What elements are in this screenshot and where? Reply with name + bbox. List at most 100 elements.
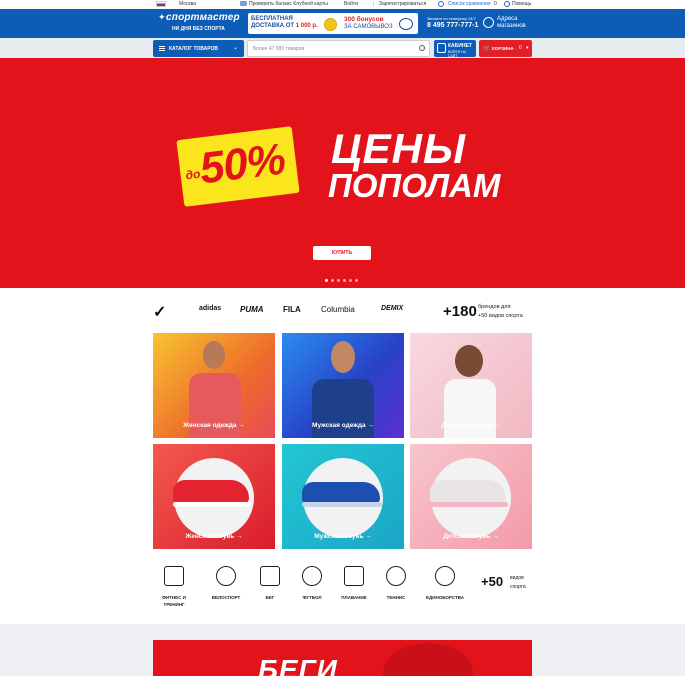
columbia-logo[interactable]: Columbia: [321, 305, 355, 314]
category-kids-shoes[interactable]: Детская обувь →: [410, 444, 532, 549]
girl-photo: [444, 379, 496, 438]
fila-logo[interactable]: FILA: [283, 305, 301, 314]
category-label: Детская одежда →: [441, 422, 501, 429]
sportmaster-logo[interactable]: ✦ спортмастер НИ ДНЯ БЕЗ СПОРТА: [158, 12, 246, 34]
nike-logo[interactable]: ✓: [153, 302, 166, 322]
cabinet-button[interactable]: КАБИНЕТ ВОЙТИ НА САЙТ: [434, 40, 476, 58]
map-pin-icon[interactable]: [483, 17, 494, 28]
hero-title-line1: ЦЕНЫ: [331, 125, 466, 172]
search-input[interactable]: Более 47 000 товаров: [247, 40, 430, 57]
check-card-link[interactable]: Проверить баланс Клубной карты: [249, 1, 328, 7]
phone-number[interactable]: 8 495 777-777-1: [427, 22, 478, 29]
search-icon[interactable]: [419, 45, 425, 51]
carousel-dot[interactable]: [337, 279, 340, 282]
delivery-promo-banner[interactable]: БЕСПЛАТНАЯ ДОСТАВКА ОТ 1 000 р. 300 бону…: [248, 13, 418, 34]
sport-football[interactable]: ФУТБОЛ: [292, 566, 332, 601]
cabinet-label: КАБИНЕТ: [448, 43, 472, 49]
category-men-shoes[interactable]: Мужская обувь →: [282, 444, 404, 549]
compare-link[interactable]: Список сравнения: [448, 1, 491, 7]
run-banner[interactable]: БЕГИ: [153, 640, 532, 676]
separator: |: [373, 1, 375, 7]
carousel-dots: [325, 269, 361, 282]
man-head: [331, 341, 355, 373]
puma-logo[interactable]: PUMA: [240, 305, 264, 314]
sport-fitness[interactable]: ФИТНЕС И ТРЕНИНГ: [154, 566, 194, 608]
adidas-logo[interactable]: adidas: [199, 305, 221, 312]
user-icon: [437, 43, 446, 53]
carousel-dot[interactable]: [331, 279, 334, 282]
chevron-down-icon: ⌄: [233, 45, 239, 51]
sneaker-sole: [173, 502, 251, 507]
help-link[interactable]: Помощь: [512, 1, 531, 7]
delivery-amount: 1 000 р.: [295, 23, 318, 29]
hero-banner[interactable]: до 50% ЦЕНЫ ПОПОЛАМ КУПИТЬ: [0, 58, 685, 288]
logo-slogan: НИ ДНЯ БЕЗ СПОРТА: [172, 26, 225, 32]
sport-swimming[interactable]: ПЛАВАНИЕ: [334, 566, 374, 601]
category-women-clothing[interactable]: Женская одежда →: [153, 333, 275, 438]
search-row: КАТАЛОГ ТОВАРОВ ⌄ Более 47 000 товаров К…: [0, 38, 685, 58]
brands-row: ✓ adidas PUMA FILA Columbia DEMIX +180 б…: [153, 301, 533, 323]
login-link[interactable]: Войти: [344, 1, 358, 7]
cabinet-sub: ВОЙТИ НА САЙТ: [448, 50, 466, 58]
pickup-box-icon: [399, 18, 413, 30]
carousel-dot[interactable]: [325, 279, 328, 282]
hero-title-line2: ПОПОЛАМ: [328, 167, 501, 204]
logo-text: спортмастер: [166, 12, 240, 23]
discount-percent: 50%: [197, 134, 288, 194]
carousel-dot[interactable]: [343, 279, 346, 282]
search-placeholder: Более 47 000 товаров: [253, 46, 305, 52]
boxing-glove-icon: [435, 566, 455, 586]
catalog-button[interactable]: КАТАЛОГ ТОВАРОВ ⌄: [153, 40, 244, 57]
discount-prefix: до: [184, 166, 202, 183]
category-label: Мужская одежда →: [312, 422, 374, 429]
sport-tennis[interactable]: ТЕННИС: [376, 566, 416, 601]
category-kids-clothing[interactable]: Детская одежда →: [410, 333, 532, 438]
club-card-icon: [240, 1, 247, 6]
store-addresses-link[interactable]: Адреса магазинов: [497, 16, 526, 30]
bicycle-icon: [216, 566, 236, 586]
menu-icon: [159, 46, 165, 51]
woman-head: [203, 341, 225, 369]
blue-sneaker-image: [302, 482, 380, 504]
compare-count: 0: [494, 1, 497, 7]
sport-cycling[interactable]: ВЕЛОСПОРТ: [206, 566, 246, 601]
category-label: Мужская обувь →: [314, 533, 372, 540]
category-women-shoes[interactable]: Женская обувь →: [153, 444, 275, 549]
swimmer-icon: [344, 566, 364, 586]
football-icon: [302, 566, 322, 586]
russia-flag-icon[interactable]: [156, 1, 166, 7]
man-photo: [312, 379, 374, 438]
run-banner-text: БЕГИ: [258, 654, 338, 676]
cart-label: КОРЗИНА: [492, 46, 514, 51]
help-icon[interactable]: [504, 0, 510, 7]
compare-icon[interactable]: [438, 0, 444, 7]
buy-button[interactable]: КУПИТЬ: [313, 246, 371, 260]
coin-icon: [324, 18, 337, 31]
sneaker-sole: [430, 502, 508, 507]
brands-caption: брендов для +50 видов спорта: [478, 304, 523, 319]
category-label: Детская обувь →: [443, 533, 499, 540]
category-label: Женская обувь →: [185, 533, 243, 540]
bonus-text: 300 бонусов ЗА САМОВЫВОЗ: [344, 16, 393, 30]
sneaker-sole: [302, 502, 382, 507]
tennis-icon: [386, 566, 406, 586]
city-selector[interactable]: Москва: [179, 1, 196, 7]
carousel-dot[interactable]: [349, 279, 352, 282]
phone-block[interactable]: Звоните по телефону 24/7 8 495 777-777-1: [427, 16, 478, 29]
register-link[interactable]: Зарегистрироваться: [379, 1, 426, 7]
category-men-clothing[interactable]: Мужская одежда →: [282, 333, 404, 438]
red-sneaker-image: [173, 480, 249, 504]
carousel-dot[interactable]: [355, 279, 358, 282]
runner-photo: [383, 643, 473, 676]
free-delivery-text: БЕСПЛАТНАЯ ДОСТАВКА ОТ 1 000 р.: [251, 16, 318, 29]
category-label: Женская одежда →: [183, 422, 245, 429]
demix-logo[interactable]: DEMIX: [381, 305, 403, 312]
phone-caption: Звоните по телефону 24/7: [427, 16, 476, 21]
cart-icon: 🛒: [483, 46, 491, 52]
sport-running[interactable]: БЕГ: [250, 566, 290, 601]
top-utility-bar: Москва Проверить баланс Клубной карты Во…: [0, 0, 685, 9]
running-shoe-icon: [260, 566, 280, 586]
sport-martial-arts[interactable]: ЕДИНОБОРСТВА: [425, 566, 465, 601]
sports-caption: видов спорта: [510, 575, 526, 590]
cart-button[interactable]: 🛒 КОРЗИНА 0 ▾: [479, 40, 532, 57]
